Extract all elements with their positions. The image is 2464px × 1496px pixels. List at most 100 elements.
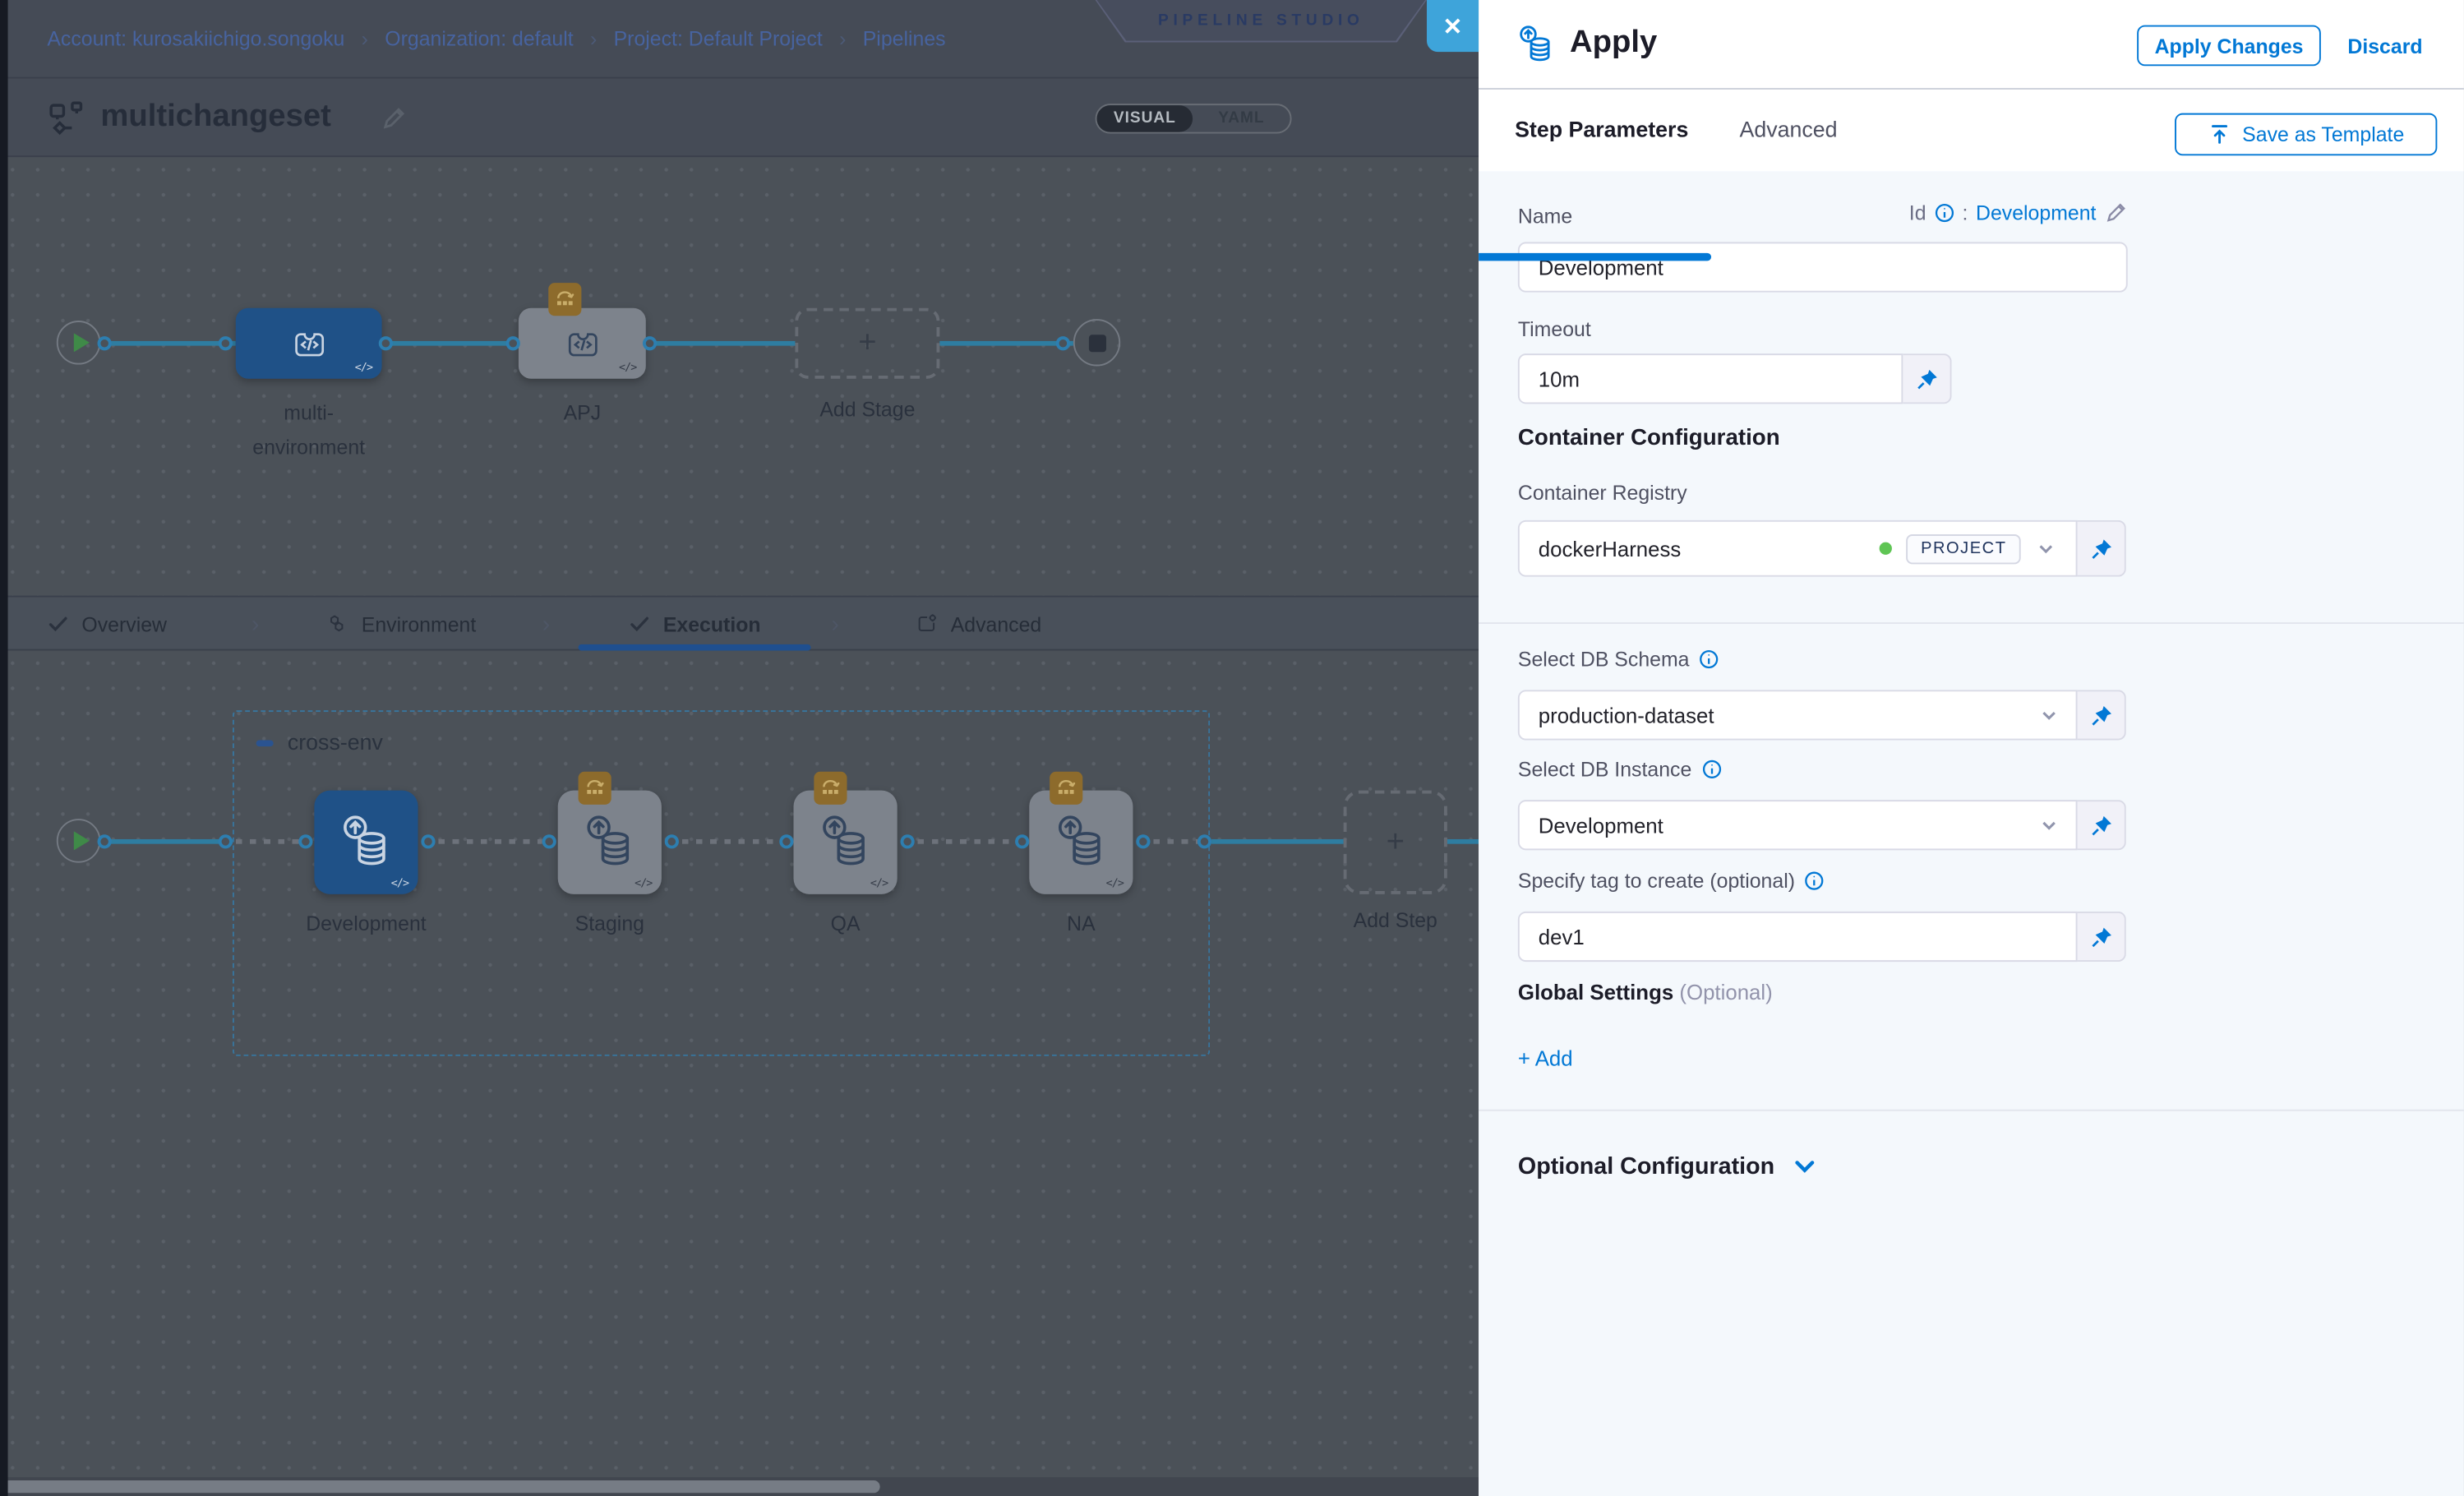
tag-input[interactable]: dev1 <box>1518 912 2078 962</box>
tab-separator-icon: › <box>251 612 260 639</box>
edit-pipeline-name-icon[interactable] <box>381 105 408 132</box>
drawer-tabs: Step Parameters Advanced Save as Templat… <box>1479 90 2464 171</box>
connector-dot <box>421 834 435 848</box>
step-id-value[interactable]: Development <box>1976 201 2096 225</box>
stage-label: APJ <box>519 401 646 425</box>
connector-line <box>1447 839 1479 844</box>
tab-separator-icon: › <box>542 612 551 639</box>
section-divider <box>1479 622 2464 624</box>
breadcrumb-organization[interactable]: Organization: default <box>385 27 573 51</box>
breadcrumb: Account: kurosakiichigo.songoku › Organi… <box>47 27 945 51</box>
visual-yaml-toggle[interactable]: VISUAL YAML <box>1096 104 1292 133</box>
check-icon <box>629 613 651 635</box>
info-icon[interactable] <box>1699 649 1719 670</box>
pin-icon <box>1915 367 1939 390</box>
nav-rail-edge <box>0 0 8 1496</box>
info-icon[interactable] <box>1804 870 1825 891</box>
step-node-development[interactable]: </> <box>314 791 418 894</box>
add-step-node[interactable]: + <box>1344 791 1447 894</box>
tab-separator-icon: › <box>831 612 839 639</box>
connector-dot <box>901 834 915 848</box>
connector-dot <box>665 834 679 848</box>
connector-dot <box>219 834 233 848</box>
container-registry-value: dockerHarness <box>1539 537 1682 561</box>
custom-stage-icon <box>287 321 331 366</box>
connector-dot <box>98 834 112 848</box>
container-registry-input[interactable]: dockerHarness PROJECT <box>1518 520 2078 577</box>
step-id-row: Id : Development <box>1909 201 2128 225</box>
runtime-input-pin-button[interactable] <box>2078 912 2126 962</box>
stage-node-apj[interactable]: </> <box>519 308 646 379</box>
step-node-na[interactable]: </> <box>1029 791 1133 894</box>
db-instance-select[interactable]: Development <box>1518 800 2078 850</box>
breadcrumb-pipelines[interactable]: Pipelines <box>863 27 946 51</box>
db-schema-select[interactable]: production-dataset <box>1518 690 2078 740</box>
add-stage-node[interactable]: + <box>795 308 939 379</box>
db-apply-icon <box>815 812 875 872</box>
collapse-group-icon[interactable] <box>256 741 274 746</box>
save-as-template-button[interactable]: Save as Template <box>2175 113 2437 156</box>
container-configuration-heading: Container Configuration <box>1518 426 1780 451</box>
tab-overview[interactable]: Overview <box>47 598 167 651</box>
db-instance-label: Select DB Instance <box>1518 758 1722 782</box>
runtime-input-pin-button[interactable] <box>2078 520 2126 577</box>
db-instance-label-text: Select DB Instance <box>1518 758 1691 782</box>
stage-node-multi-environment[interactable]: </> <box>236 308 382 379</box>
rollback-badge-icon <box>1050 772 1082 805</box>
code-glyph: </> <box>391 877 408 889</box>
stage-graph-canvas: </> </> <box>0 157 1479 597</box>
info-icon[interactable] <box>1934 203 1954 224</box>
run-pipeline-node[interactable] <box>57 321 101 365</box>
execution-graph-canvas: cross-env </> <box>0 651 1479 1478</box>
connector-dot <box>643 336 657 350</box>
timeout-input[interactable]: 10m <box>1518 353 1903 404</box>
connector-dot <box>506 336 520 350</box>
code-glyph: </> <box>870 877 888 889</box>
runtime-input-pin-button[interactable] <box>2078 800 2126 850</box>
tab-step-parameters[interactable]: Step Parameters <box>1515 116 1688 141</box>
toggle-yaml[interactable]: YAML <box>1193 105 1290 132</box>
chevron-down-icon <box>2038 704 2060 727</box>
pin-icon <box>2089 704 2113 727</box>
run-stage-node[interactable] <box>57 819 101 863</box>
info-icon[interactable] <box>1701 759 1722 779</box>
tag-value: dev1 <box>1539 925 1585 949</box>
tab-execution[interactable]: Execution <box>629 598 761 651</box>
breadcrumb-project[interactable]: Project: Default Project <box>614 27 823 51</box>
edit-id-icon[interactable] <box>2104 201 2128 225</box>
optional-configuration-toggle[interactable]: Optional Configuration <box>1518 1153 1817 1180</box>
horizontal-scrollbar[interactable] <box>0 1477 1479 1496</box>
chevron-down-icon[interactable] <box>2035 538 2057 560</box>
step-node-qa[interactable]: </> <box>794 791 897 894</box>
apply-changes-label: Apply Changes <box>2155 34 2304 58</box>
plus-icon: + <box>1387 824 1405 861</box>
db-schema-value: production-dataset <box>1539 704 1714 727</box>
db-schema-field: production-dataset <box>1518 690 2126 740</box>
connector-line <box>646 341 796 346</box>
tab-advanced[interactable]: Advanced <box>916 598 1042 651</box>
scrollbar-thumb[interactable] <box>0 1480 880 1493</box>
step-node-staging[interactable]: </> <box>558 791 662 894</box>
close-icon: ✕ <box>1443 12 1463 39</box>
breadcrumb-separator: › <box>839 27 846 51</box>
connector-dot <box>542 834 556 848</box>
runtime-input-pin-button[interactable] <box>2078 690 2126 740</box>
step-group-label[interactable]: cross-env <box>288 729 383 755</box>
add-global-setting-link[interactable]: + Add <box>1518 1046 1573 1070</box>
db-instance-field: Development <box>1518 800 2126 850</box>
toggle-visual[interactable]: VISUAL <box>1097 105 1193 132</box>
id-separator: : <box>1963 201 1968 225</box>
pipeline-icon <box>47 99 85 136</box>
apply-changes-button[interactable]: Apply Changes <box>2137 25 2321 67</box>
tab-environment[interactable]: Environment <box>327 598 477 651</box>
tab-advanced[interactable]: Advanced <box>1739 116 1837 141</box>
breadcrumb-account[interactable]: Account: kurosakiichigo.songoku <box>47 27 344 51</box>
pipeline-studio-canvas: Account: kurosakiichigo.songoku › Organi… <box>0 0 1479 1496</box>
breadcrumb-separator: › <box>362 27 368 51</box>
runtime-input-pin-button[interactable] <box>1903 353 1951 404</box>
close-drawer-button[interactable]: ✕ <box>1427 0 1479 52</box>
connector-line <box>104 341 236 346</box>
discard-button[interactable]: Discard <box>2347 35 2422 58</box>
name-input[interactable]: Development <box>1518 242 2128 292</box>
name-label: Name <box>1518 205 1572 229</box>
